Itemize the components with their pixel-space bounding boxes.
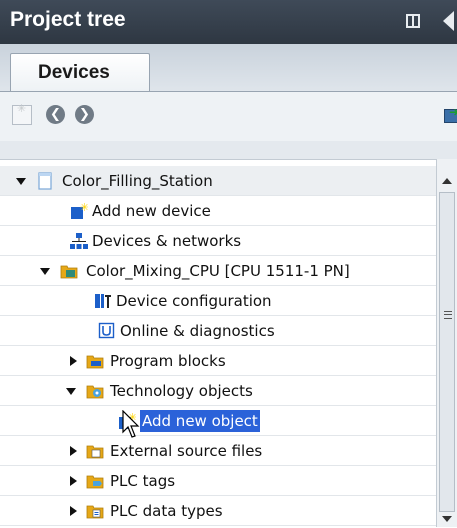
tree-item-devices-networks[interactable]: Devices & networks (0, 226, 436, 256)
add-device-icon: ✳ (71, 202, 88, 219)
expand-arrow-icon[interactable] (66, 388, 76, 395)
tree-item-label: PLC tags (110, 472, 176, 490)
collapse-arrow-icon[interactable] (70, 476, 77, 486)
tree-item-label: Program blocks (110, 352, 226, 370)
tree-item-project[interactable]: Color_Filling_Station (0, 166, 436, 196)
tree-item-label: Add new object (139, 409, 261, 433)
tree-item-label: External source files (110, 442, 263, 460)
folder-icon (86, 475, 104, 489)
tree-item-add-new-object[interactable]: ✳ Add new object (0, 406, 436, 436)
tree-item-technology-objects[interactable]: Technology objects (0, 376, 436, 406)
tree-item-add-new-device[interactable]: ✳ Add new device (0, 196, 436, 226)
back-arrow-icon[interactable]: ❮ (46, 105, 65, 124)
diagnostics-icon (98, 322, 115, 339)
tree-item-label: Color_Filling_Station (62, 172, 213, 190)
collapse-arrow-icon[interactable] (70, 356, 77, 366)
tree-item-label: Devices & networks (92, 232, 242, 250)
device-config-icon (95, 294, 111, 308)
tree-toolbar: ✳ ❮ ❯ ➜ (0, 91, 457, 142)
grip-icon (444, 311, 452, 319)
scroll-up-icon[interactable] (442, 178, 452, 184)
tree-item-program-blocks[interactable]: Program blocks (0, 346, 436, 376)
collapse-arrow-icon[interactable] (70, 446, 77, 456)
folder-icon (86, 505, 104, 519)
expand-arrow-icon[interactable] (16, 178, 26, 185)
tree-item-cpu[interactable]: Color_Mixing_CPU [CPU 1511-1 PN] (0, 256, 436, 286)
toolbar-spacer (0, 141, 457, 159)
tree-item-plc-data-types[interactable]: PLC data types (0, 496, 436, 526)
panel-title: Project tree (10, 8, 126, 31)
tree-item-online-diagnostics[interactable]: Online & diagnostics (0, 316, 436, 346)
tree-item-label: Device configuration (116, 292, 272, 310)
tree-item-plc-tags[interactable]: PLC tags (0, 466, 436, 496)
technology-folder-icon (86, 385, 104, 399)
forward-arrow-icon[interactable]: ❯ (75, 105, 94, 124)
folder-icon (86, 445, 104, 459)
tab-devices[interactable]: Devices (10, 53, 150, 91)
tree-item-label: Add new device (92, 202, 211, 220)
mouse-cursor-icon (122, 410, 140, 438)
folder-icon (86, 355, 104, 369)
tree-item-label: Color_Mixing_CPU [CPU 1511-1 PN] (86, 262, 350, 280)
project-tree: Color_Filling_Station ✳ Add new device D… (0, 159, 436, 528)
tree-item-external-source-files[interactable]: External source files (0, 436, 436, 466)
expand-arrow-icon[interactable] (40, 268, 50, 275)
scrollbar-thumb[interactable] (439, 192, 455, 512)
panel-layout-icon[interactable] (406, 14, 420, 28)
cpu-icon (60, 265, 78, 279)
tree-item-label: Technology objects (110, 382, 253, 400)
new-group-icon[interactable]: ✳ (12, 102, 32, 125)
collapse-arrow-icon[interactable] (70, 506, 77, 516)
project-icon (38, 172, 52, 190)
panel-title-bar: Project tree (0, 0, 457, 44)
scroll-down-icon[interactable] (442, 516, 452, 522)
tree-item-label: PLC data types (110, 502, 223, 520)
svg-text:✳: ✳ (80, 202, 88, 214)
collapse-left-icon[interactable] (443, 11, 454, 31)
tree-item-device-configuration[interactable]: Device configuration (0, 286, 436, 316)
tree-item-label: Online & diagnostics (120, 322, 275, 340)
overview-icon[interactable]: ➜ (444, 105, 457, 125)
tab-strip: Devices (0, 44, 457, 91)
vertical-scrollbar[interactable] (436, 159, 457, 527)
network-icon (70, 233, 88, 249)
